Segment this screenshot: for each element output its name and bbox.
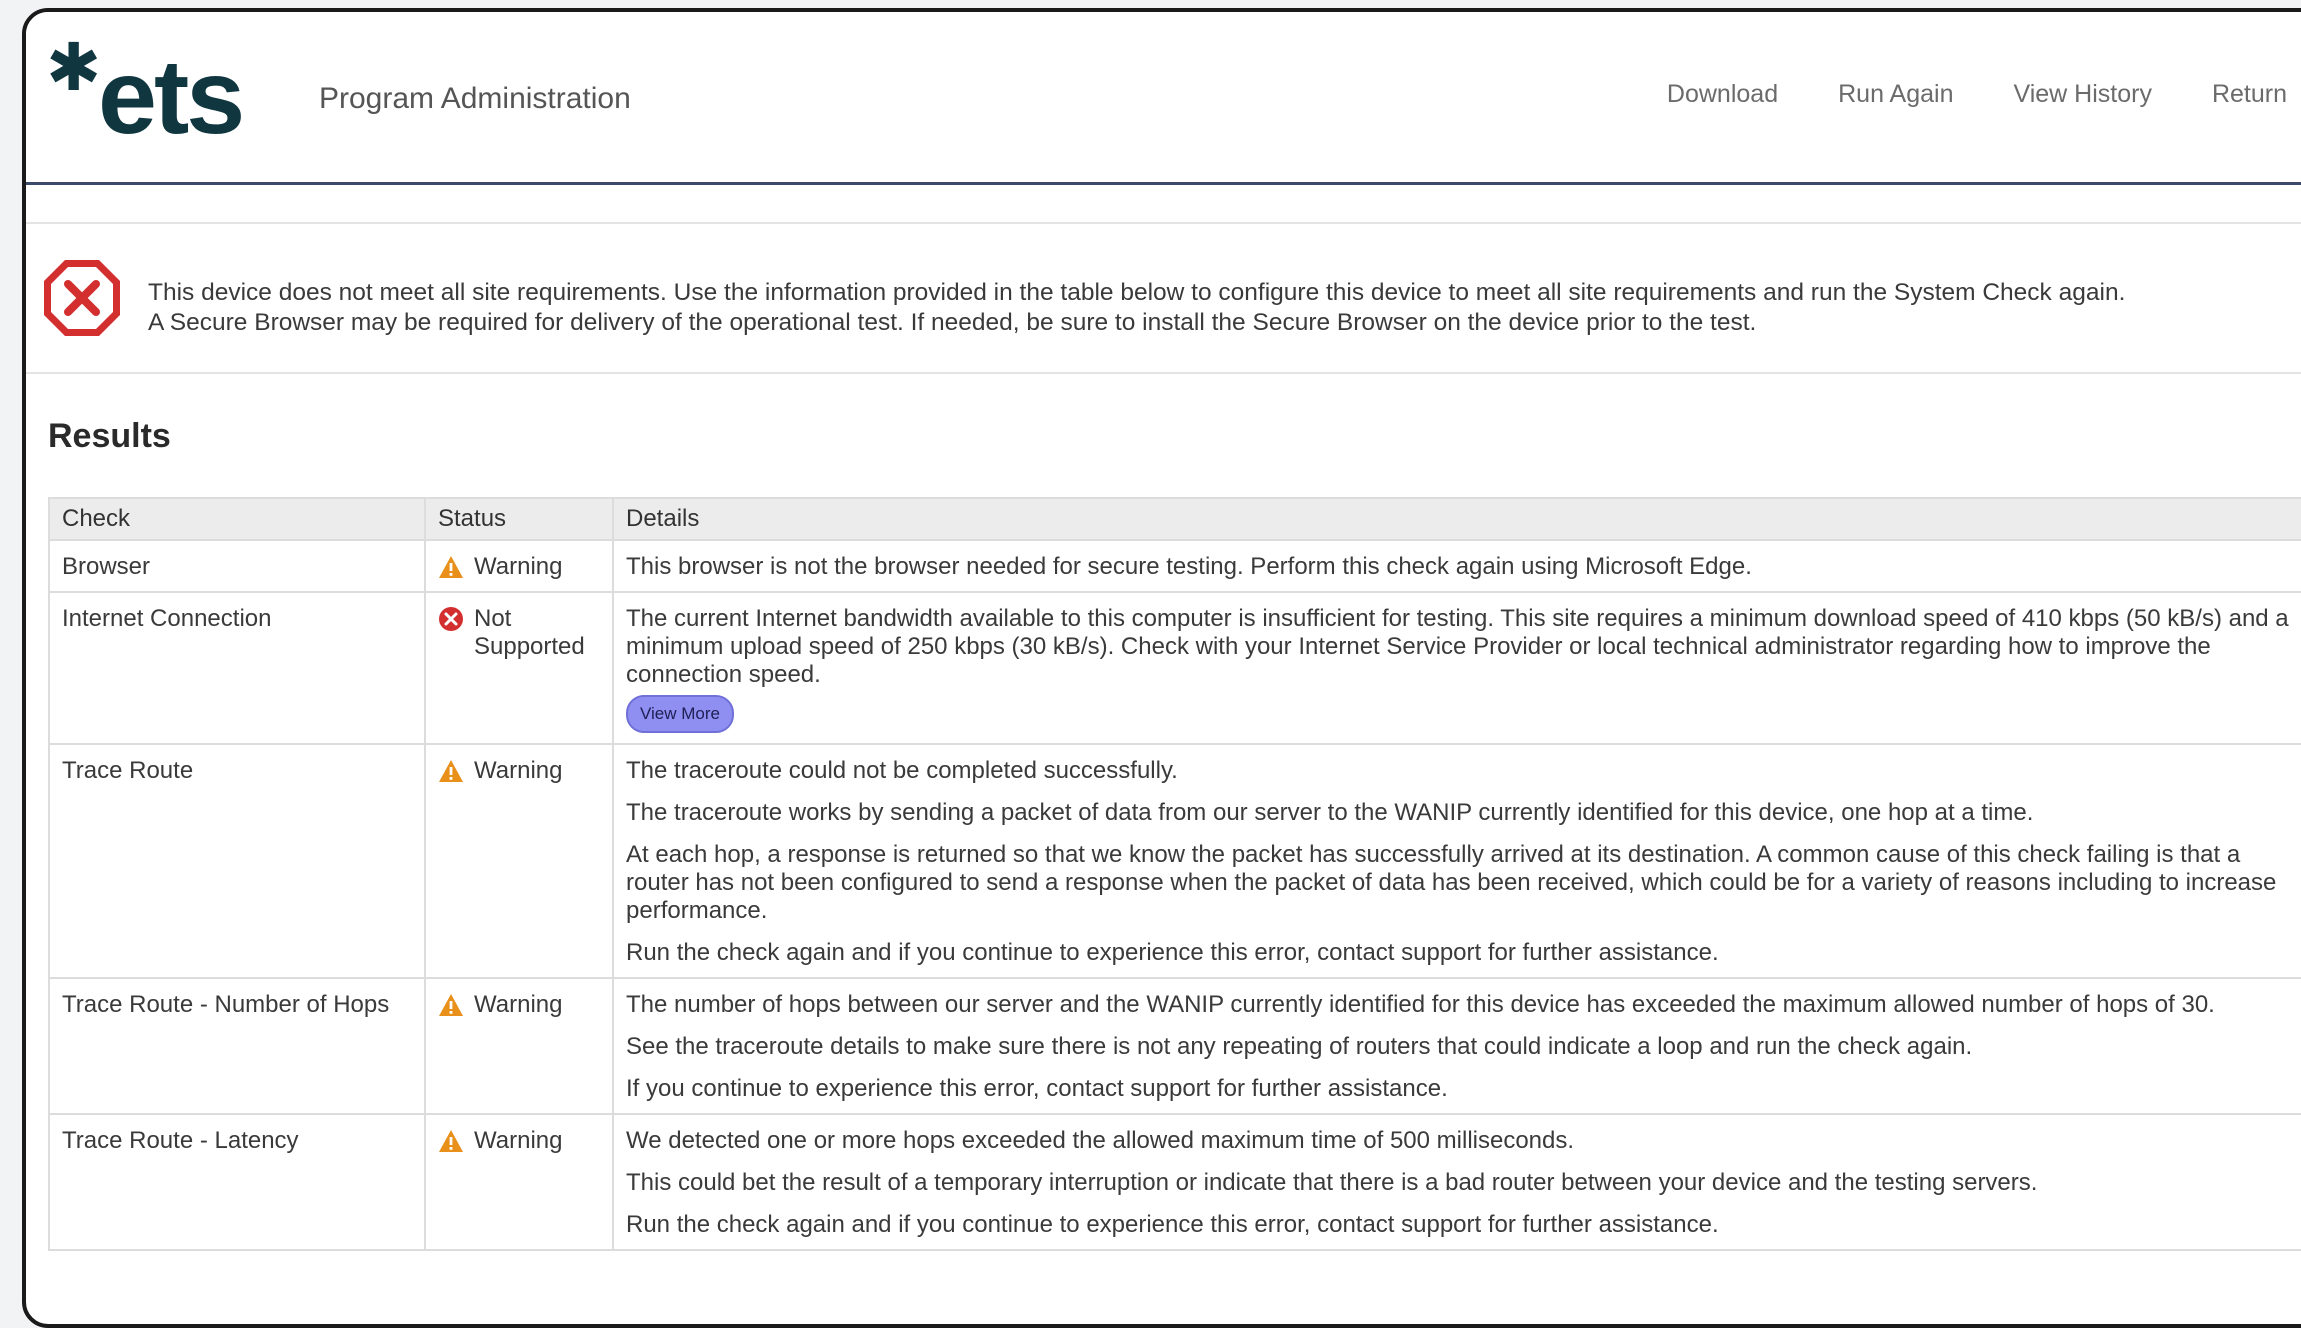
column-header-details: Details	[612, 497, 2301, 541]
details-cell: The current Internet bandwidth available…	[612, 591, 2301, 745]
detail-text: See the traceroute details to make sure …	[626, 1033, 1973, 1060]
table-row: Browser Warning This browser is not the …	[48, 539, 2301, 593]
check-cell: Trace Route - Latency	[48, 1113, 426, 1251]
status-cell: Warning	[424, 977, 614, 1115]
status-cell: Warning	[424, 743, 614, 979]
status-label: Not Supported	[474, 605, 585, 660]
check-cell: Internet Connection	[48, 591, 426, 745]
asterisk-icon: ✱	[46, 30, 102, 104]
status-label: Warning	[474, 1127, 563, 1154]
warning-icon	[439, 994, 463, 1016]
status-label: Warning	[474, 757, 563, 784]
error-circle-icon	[439, 607, 463, 631]
column-header-check: Check	[48, 497, 426, 541]
table-row: Trace Route Warning The traceroute could…	[48, 743, 2301, 979]
nav-return-link[interactable]: Return	[2212, 80, 2287, 109]
check-cell: Trace Route	[48, 743, 426, 979]
ets-logo[interactable]: ✱ ets	[46, 34, 296, 154]
detail-text: This could bet the result of a temporary…	[626, 1169, 2038, 1196]
results-table: Check Status Details Browser Warning Thi…	[48, 497, 2301, 1251]
column-header-status: Status	[424, 497, 614, 541]
results-heading: Results	[48, 417, 171, 455]
detail-text: We detected one or more hops exceeded th…	[626, 1127, 1575, 1154]
detail-text: Run the check again and if you continue …	[626, 1211, 1719, 1238]
requirements-alert: This device does not meet all site requi…	[26, 222, 2301, 374]
details-cell: The number of hops between our server an…	[612, 977, 2301, 1115]
table-row: Trace Route - Number of Hops Warning The…	[48, 977, 2301, 1115]
alert-message: This device does not meet all site requi…	[148, 278, 2301, 338]
status-cell: Warning	[424, 539, 614, 593]
detail-text: If you continue to experience this error…	[626, 1075, 1448, 1102]
detail-text: The traceroute could not be completed su…	[626, 757, 1178, 784]
details-cell: This browser is not the browser needed f…	[612, 539, 2301, 593]
app-window: ✱ ets Program Administration Download Ru…	[22, 8, 2301, 1328]
check-cell: Trace Route - Number of Hops	[48, 977, 426, 1115]
table-row: Trace Route - Latency Warning We detecte…	[48, 1113, 2301, 1251]
header: ✱ ets Program Administration Download Ru…	[26, 12, 2301, 185]
status-cell: Not Supported	[424, 591, 614, 745]
warning-icon	[439, 760, 463, 782]
detail-text: Run the check again and if you continue …	[626, 939, 1719, 966]
detail-text: The current Internet bandwidth available…	[626, 605, 2289, 688]
alert-line-1: This device does not meet all site requi…	[148, 279, 2126, 306]
status-label: Warning	[474, 991, 563, 1018]
detail-text: This browser is not the browser needed f…	[626, 553, 1752, 580]
check-cell: Browser	[48, 539, 426, 593]
page-title: Program Administration	[319, 82, 631, 115]
header-nav: Download Run Again View History Return	[1667, 80, 2287, 109]
nav-run-again-link[interactable]: Run Again	[1838, 80, 1953, 109]
table-header-row: Check Status Details	[48, 497, 2301, 541]
warning-icon	[439, 556, 463, 578]
table-row: Internet Connection Not Supported The cu…	[48, 591, 2301, 745]
nav-download-link[interactable]: Download	[1667, 80, 1778, 109]
detail-text: The traceroute works by sending a packet…	[626, 799, 2034, 826]
nav-view-history-link[interactable]: View History	[2013, 80, 2151, 109]
details-cell: The traceroute could not be completed su…	[612, 743, 2301, 979]
status-label: Warning	[474, 553, 563, 580]
error-octagon-icon	[44, 260, 120, 336]
warning-icon	[439, 1130, 463, 1152]
detail-text: The number of hops between our server an…	[626, 991, 2215, 1018]
logo-text: ets	[98, 38, 245, 156]
details-cell: We detected one or more hops exceeded th…	[612, 1113, 2301, 1251]
view-more-button[interactable]: View More	[626, 695, 734, 733]
alert-line-2: A Secure Browser may be required for del…	[148, 309, 1757, 336]
status-cell: Warning	[424, 1113, 614, 1251]
detail-text: At each hop, a response is returned so t…	[626, 841, 2277, 924]
